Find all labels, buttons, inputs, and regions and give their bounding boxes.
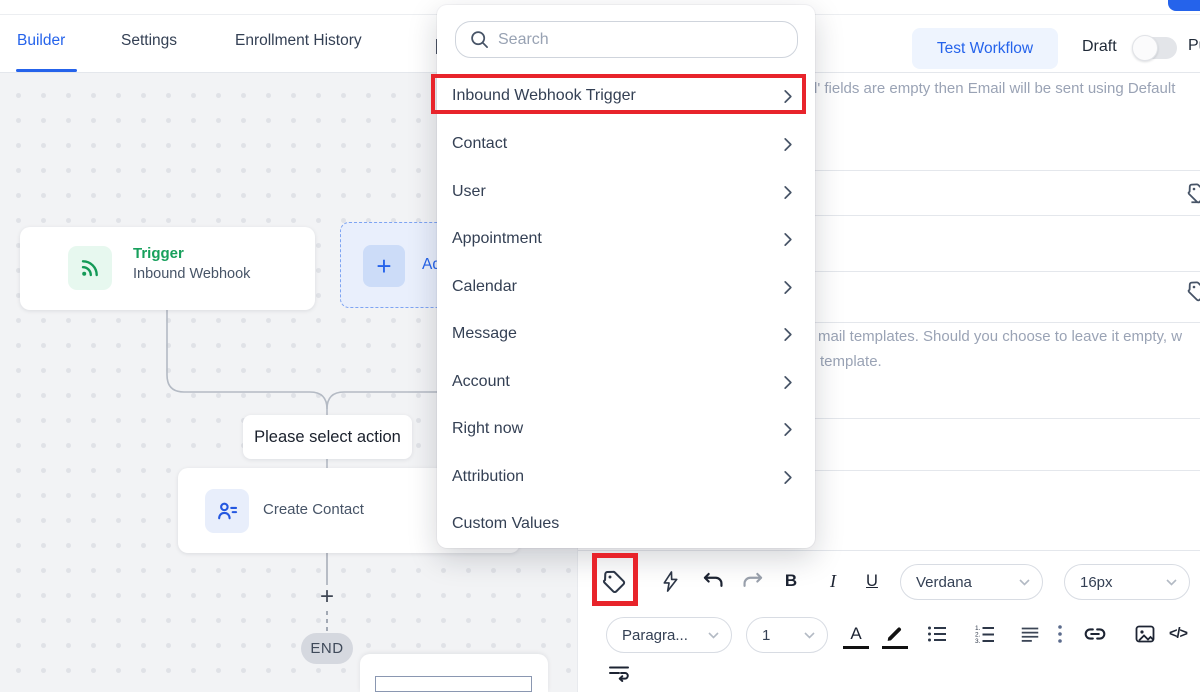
webhook-rss-icon	[68, 246, 112, 290]
insert-step-button[interactable]: +	[316, 584, 338, 610]
more-options-button[interactable]	[1045, 619, 1075, 649]
toolbar-divider	[578, 550, 1200, 551]
font-size-value: 16px	[1080, 574, 1113, 591]
svg-text:3.: 3.	[975, 638, 981, 645]
search-box[interactable]	[455, 21, 798, 58]
text-wrap-button[interactable]	[604, 658, 634, 688]
text-color-button[interactable]: A	[841, 619, 871, 649]
undo-button[interactable]	[698, 566, 728, 596]
publish-toggle[interactable]	[1134, 37, 1177, 59]
chevron-right-icon	[783, 137, 793, 152]
menu-item-appointment[interactable]: Appointment	[437, 219, 815, 259]
numbered-list-button[interactable]: 1. 2. 3.	[970, 619, 1000, 649]
highlight-color-bar	[882, 646, 908, 649]
chevron-down-icon	[1166, 579, 1177, 586]
merge-tag-icon[interactable]	[1186, 279, 1200, 303]
menu-item-account[interactable]: Account	[437, 362, 815, 402]
menu-item-label: Account	[452, 373, 510, 391]
menu-item-label: User	[452, 183, 486, 201]
chevron-right-icon	[783, 185, 793, 200]
chevron-down-icon	[708, 632, 719, 639]
line-height-select[interactable]: 1	[746, 617, 828, 653]
font-family-select[interactable]: Verdana	[900, 564, 1043, 600]
menu-item-custom-values[interactable]: Custom Values	[437, 504, 815, 544]
menu-item-label: Attribution	[452, 468, 524, 486]
bold-button[interactable]: B	[776, 566, 806, 596]
trigger-node-card[interactable]: Trigger Inbound Webhook	[20, 227, 315, 310]
helper-text-top: l' fields are empty then Email will be s…	[814, 80, 1175, 97]
image-button[interactable]	[1130, 619, 1160, 649]
search-icon	[470, 30, 489, 49]
menu-item-message[interactable]: Message	[437, 314, 815, 354]
workflow-builder-app: Trigger Inbound Webhook + Add Please sel…	[0, 0, 1200, 692]
end-badge: END	[301, 633, 353, 664]
partial-node-field	[375, 676, 532, 692]
menu-item-label: Appointment	[452, 230, 542, 248]
underline-button[interactable]: U	[857, 566, 887, 596]
bullet-list-button[interactable]	[922, 619, 952, 649]
chevron-right-icon	[783, 327, 793, 342]
menu-item-calendar[interactable]: Calendar	[437, 267, 815, 307]
menu-item-attribution[interactable]: Attribution	[437, 457, 815, 497]
link-button[interactable]	[1080, 619, 1110, 649]
paragraph-style-value: Paragra...	[622, 627, 688, 644]
helper-text-mid-2: template.	[820, 353, 882, 370]
menu-item-label: Calendar	[452, 278, 517, 296]
cutoff-blue-button[interactable]	[1168, 0, 1200, 11]
menu-item-label: Contact	[452, 135, 507, 153]
chevron-right-icon	[783, 375, 793, 390]
menu-item-contact[interactable]: Contact	[437, 124, 815, 164]
menu-item-label: Custom Values	[452, 515, 559, 533]
chevron-right-icon	[783, 422, 793, 437]
plus-icon: +	[363, 245, 405, 287]
partial-node-card[interactable]	[360, 654, 548, 692]
tab-enrollment-history[interactable]: Enrollment History	[235, 32, 362, 50]
redo-button[interactable]	[738, 566, 768, 596]
menu-item-user[interactable]: User	[437, 172, 815, 212]
paragraph-style-select[interactable]: Paragra...	[606, 617, 732, 653]
font-family-value: Verdana	[916, 574, 972, 591]
draft-label: Draft	[1082, 38, 1117, 56]
chevron-right-icon	[783, 280, 793, 295]
chevron-down-icon	[1019, 579, 1030, 586]
trigger-node-title: Trigger	[133, 245, 184, 262]
toggle-knob	[1132, 35, 1158, 61]
menu-item-right-now[interactable]: Right now	[437, 409, 815, 449]
publish-label-partial: Pu	[1188, 37, 1200, 55]
chevron-right-icon	[783, 470, 793, 485]
align-button[interactable]	[1015, 619, 1045, 649]
chevron-down-icon	[804, 632, 815, 639]
create-contact-icon	[205, 489, 249, 533]
text-color-bar	[843, 646, 869, 649]
menu-item-label: Right now	[452, 420, 523, 438]
trigger-node-subtitle: Inbound Webhook	[133, 266, 250, 282]
create-contact-label: Create Contact	[263, 501, 364, 518]
font-size-select[interactable]: 16px	[1064, 564, 1190, 600]
code-view-button[interactable]: </>	[1163, 619, 1193, 649]
italic-button[interactable]: I	[818, 566, 848, 596]
tab-builder[interactable]: Builder	[17, 32, 65, 50]
annotation-box-webhook-trigger	[431, 74, 806, 114]
trigger-link-lightning-button[interactable]	[655, 566, 685, 596]
search-input[interactable]	[498, 31, 768, 49]
line-height-value: 1	[762, 627, 770, 644]
menu-item-label: Message	[452, 325, 517, 343]
chevron-right-icon	[783, 232, 793, 247]
highlight-color-button[interactable]	[880, 619, 910, 649]
active-tab-underline	[16, 69, 77, 72]
text-color-label: A	[850, 624, 861, 644]
annotation-box-tag-button	[592, 553, 638, 606]
helper-text-mid-1: mail templates. Should you choose to lea…	[818, 328, 1182, 345]
tab-settings[interactable]: Settings	[121, 32, 177, 50]
test-workflow-button[interactable]: Test Workflow	[912, 28, 1058, 69]
merge-tag-icon[interactable]	[1186, 181, 1200, 205]
select-action-prompt: Please select action	[243, 415, 412, 459]
